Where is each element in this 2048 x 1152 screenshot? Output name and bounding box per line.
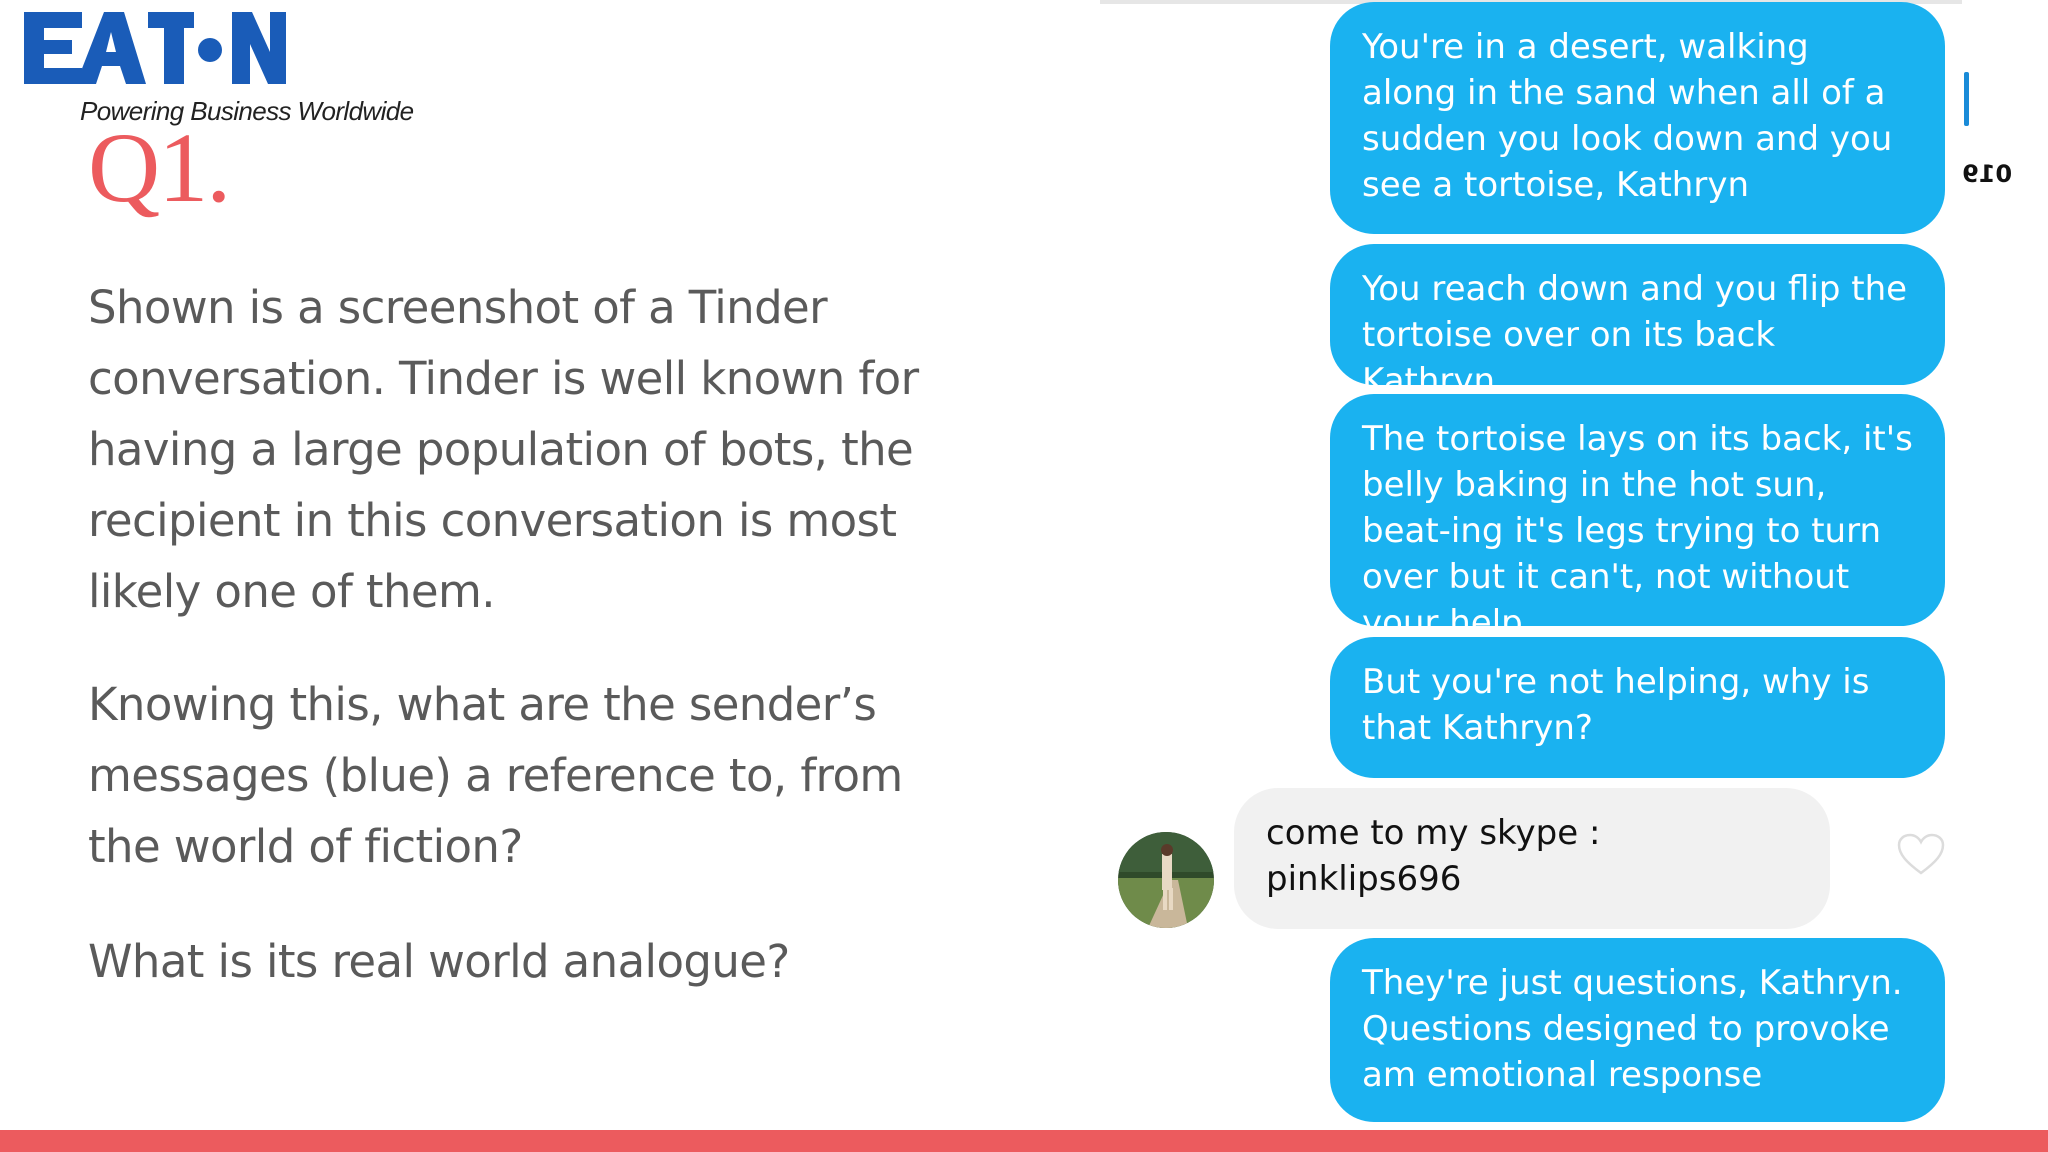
- profile-photo-icon: [1118, 832, 1214, 928]
- eaton-logo: Powering Business Worldwide: [24, 8, 414, 126]
- sent-message-bubble: You're in a desert, walking along in the…: [1330, 2, 1945, 234]
- cropped-ui-edge: [1964, 72, 1969, 126]
- eaton-wordmark-icon: [24, 12, 286, 84]
- tinder-conversation-screenshot: 019 You're in a desert, walking along in…: [1100, 0, 2048, 1130]
- sent-message-bubble: But you're not helping, why is that Kath…: [1330, 637, 1945, 778]
- question-intro-paragraph: Shown is a screenshot of a Tinder conver…: [88, 281, 919, 618]
- avatar[interactable]: [1118, 832, 1214, 928]
- heart-icon[interactable]: [1896, 832, 1946, 876]
- cropped-date-label: 019: [1962, 160, 2013, 188]
- question-paragraph: Knowing this, what are the sender’s mess…: [88, 678, 903, 873]
- sent-message-bubble: They're just questions, Kathryn. Questio…: [1330, 938, 1945, 1122]
- sent-message-bubble: The tortoise lays on its back, it's bell…: [1330, 394, 1945, 643]
- question-heading: Q1.: [88, 112, 231, 223]
- received-message-bubble: come to my skype : pinklips696: [1234, 788, 1830, 929]
- followup-question-paragraph: What is its real world analogue?: [88, 935, 790, 988]
- sent-message-bubble: You reach down and you flip the tortoise…: [1330, 244, 1945, 401]
- accent-footer-bar: [0, 1130, 2048, 1152]
